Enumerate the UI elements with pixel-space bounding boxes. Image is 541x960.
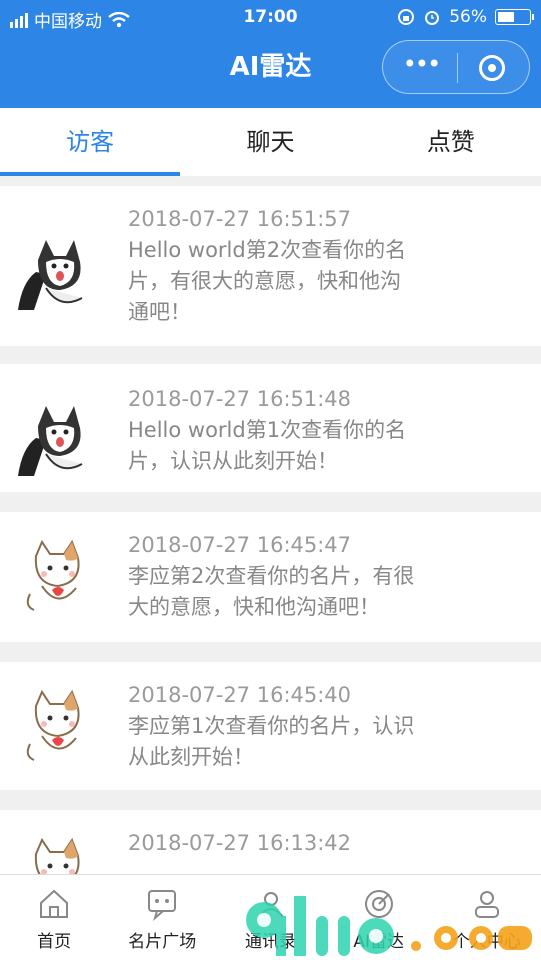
visit-time: 2018-07-27 16:13:42 xyxy=(128,831,352,855)
list-item[interactable]: 2018-07-27 16:51:57 Hello world第2次查看你的名 … xyxy=(0,186,541,346)
visit-message-line: Hello world第2次查看你的名 xyxy=(128,238,407,262)
bottom-tab-label: 个人中心 xyxy=(452,932,521,952)
profile-icon xyxy=(474,891,499,918)
list-item[interactable]: 2018-07-27 16:51:48 Hello world第1次查看你的名 … xyxy=(0,364,541,492)
rotation-lock-icon xyxy=(398,9,415,25)
visit-message-line: Hello world第1次查看你的名 xyxy=(128,418,407,442)
cat-avatar xyxy=(16,686,96,766)
visit-message-line: 片，认识从此刻开始！ xyxy=(128,449,338,473)
cat-avatar xyxy=(16,834,96,874)
bottom-tab-card-square[interactable]: 名片广场 xyxy=(108,875,216,960)
husky-avatar xyxy=(16,398,96,478)
visit-message-line: 李应第2次查看你的名片，有很 xyxy=(128,564,415,588)
bottom-tab-label: AI雷达 xyxy=(353,932,405,952)
visit-message-line: 大的意愿，快和他沟通吧！ xyxy=(128,595,380,619)
visit-time: 2018-07-27 16:51:57 xyxy=(128,207,352,231)
battery-percent: 56% xyxy=(449,7,487,27)
card-square-icon xyxy=(148,890,177,921)
bottom-tab-label: 通讯录 xyxy=(245,932,296,952)
visit-message-line: 通吧！ xyxy=(128,300,191,324)
bottom-tab-contacts[interactable]: 通讯录 xyxy=(216,875,324,960)
more-menu-button[interactable]: ••• xyxy=(401,52,441,79)
visit-time: 2018-07-27 16:45:47 xyxy=(128,533,352,557)
bottom-tab-home[interactable]: 首页 xyxy=(0,875,108,960)
visit-message-line: 从此刻开始！ xyxy=(128,745,254,769)
bottom-tab-profile[interactable]: 个人中心 xyxy=(433,875,541,960)
mini-program-capsule: ••• xyxy=(382,40,530,94)
list-item[interactable]: 2018-07-27 16:13:42 xyxy=(0,810,541,874)
bottom-tab-label: 名片广场 xyxy=(128,932,197,952)
close-miniprogram-button[interactable] xyxy=(479,55,505,81)
top-bar: 中国移动 17:00 56% AI雷达 ••• xyxy=(0,0,541,108)
bottom-tab-label: 首页 xyxy=(37,932,72,952)
husky-avatar xyxy=(16,232,96,312)
tab-visitors[interactable]: 访客 xyxy=(0,108,181,176)
alarm-icon xyxy=(425,11,440,25)
visit-time: 2018-07-27 16:51:48 xyxy=(128,387,352,411)
bottom-tab-radar[interactable]: AI雷达 xyxy=(325,875,433,960)
visit-time: 2018-07-27 16:45:40 xyxy=(128,683,352,707)
status-bar: 中国移动 17:00 56% xyxy=(0,0,541,36)
cat-avatar xyxy=(16,536,96,616)
list-item[interactable]: 2018-07-27 16:45:47 李应第2次查看你的名片，有很 大的意愿，… xyxy=(0,512,541,642)
contacts-icon xyxy=(257,892,284,918)
battery-icon xyxy=(495,9,534,25)
tab-likes[interactable]: 点赞 xyxy=(361,108,541,176)
visitor-list: 2018-07-27 16:51:57 Hello world第2次查看你的名 … xyxy=(0,186,541,874)
radar-icon xyxy=(364,890,393,918)
list-item[interactable]: 2018-07-27 16:45:40 李应第1次查看你的名片，认识 从此刻开始… xyxy=(0,662,541,790)
tab-chat[interactable]: 聊天 xyxy=(180,108,360,176)
bottom-tab-bar: 首页 名片广场 通讯录 AI雷达 个人中心 xyxy=(0,874,541,960)
visit-message-line: 片，有很大的意愿，快和他沟 xyxy=(128,269,401,293)
visit-message-line: 李应第1次查看你的名片，认识 xyxy=(128,714,415,738)
home-icon xyxy=(40,889,69,918)
tab-bar: 访客 聊天 点赞 xyxy=(0,108,541,176)
